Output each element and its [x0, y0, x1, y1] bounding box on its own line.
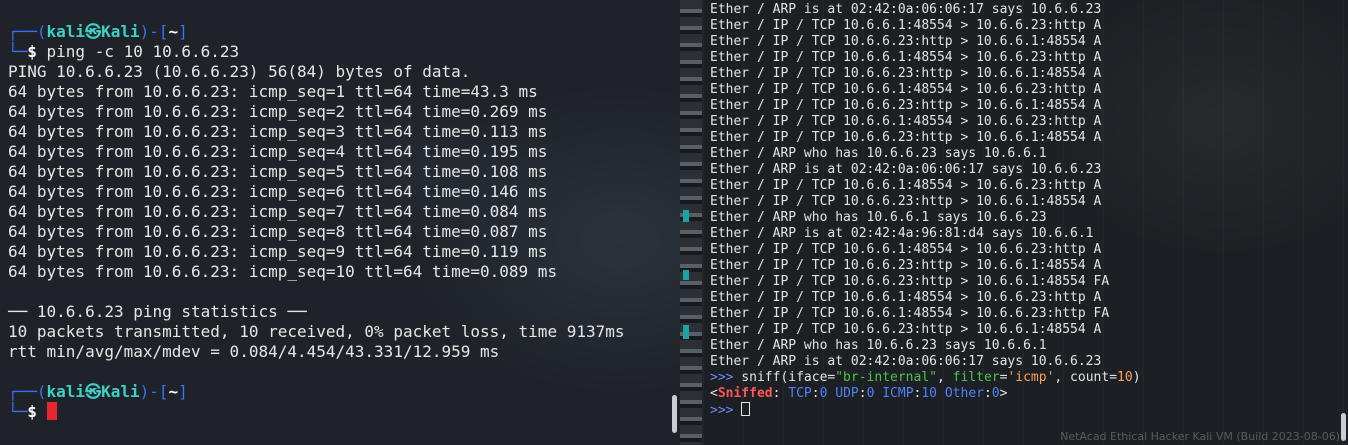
- command-text: ping -c 10 10.6.6.23: [46, 42, 240, 61]
- prompt-header: ┌──(kali㉿Kali)-[~]: [8, 22, 188, 42]
- terminal-output-line: 64 bytes from 10.6.6.23: icmp_seq=5 ttl=…: [8, 162, 548, 181]
- packet-line: Ether / ARP is at 02:42:0a:06:06:17 says…: [710, 354, 1102, 369]
- packet-line: Ether / IP / TCP 10.6.6.1:48554 > 10.6.6…: [710, 50, 1102, 65]
- vm-watermark: NetAcad Ethical Hacker Kali VM (Build 20…: [1060, 430, 1340, 443]
- iface-arg: "br-internal": [835, 370, 937, 385]
- packet-line: Ether / IP / TCP 10.6.6.23:http > 10.6.6…: [710, 322, 1102, 337]
- divider-accent: [683, 270, 689, 280]
- prompt-command-line: └─$: [8, 402, 57, 422]
- right-terminal-scrollbar[interactable]: [1341, 413, 1346, 441]
- terminal-output-line: 10 packets transmitted, 10 received, 0% …: [8, 322, 625, 341]
- prompt-dir: ~: [168, 382, 179, 401]
- prompt-dir: ~: [168, 22, 179, 41]
- result-colon: :: [772, 386, 789, 401]
- python-prompt: >>>: [710, 403, 742, 418]
- filter-arg: 'icmp': [1007, 370, 1055, 385]
- packet-line: Ether / ARP is at 02:42:4a:96:81:d4 says…: [710, 226, 1094, 241]
- sniff-call: ,: [936, 370, 953, 385]
- packet-line: Ether / ARP is at 02:42:0a:06:06:17 says…: [710, 162, 1102, 177]
- left-terminal-window[interactable]: ┌──(kali㉿Kali)-[~] └─$ ping -c 10 10.6.6.…: [0, 0, 680, 445]
- packet-line: Ether / IP / TCP 10.6.6.23:http > 10.6.6…: [710, 130, 1102, 145]
- sniff-command-line: >>> sniff(iface="br-internal", filter='i…: [710, 370, 1141, 386]
- prompt-user: kali: [46, 382, 86, 401]
- packet-line: Ether / IP / TCP 10.6.6.23:http > 10.6.6…: [710, 66, 1102, 81]
- terminal-cursor[interactable]: [741, 402, 751, 416]
- result-colon: :: [811, 386, 820, 401]
- packet-line: Ether / IP / TCP 10.6.6.23:http > 10.6.6…: [710, 194, 1102, 209]
- packet-line: Ether / IP / TCP 10.6.6.1:48554 > 10.6.6…: [710, 18, 1102, 33]
- sniffed-result-line: <Sniffed: TCP:0 UDP:0 ICMP:10 Other:0>: [710, 386, 1007, 402]
- prompt-user: kali: [46, 22, 86, 41]
- result-bracket: <: [710, 386, 718, 401]
- icmp-count: 10: [921, 386, 938, 401]
- prompt-host: Kali: [101, 382, 140, 401]
- terminal-output-line: 64 bytes from 10.6.6.23: icmp_seq=1 ttl=…: [8, 82, 538, 101]
- sniff-call: sniff(iface=: [741, 370, 836, 385]
- terminal-output-line: ── 10.6.6.23 ping statistics ──: [8, 302, 307, 321]
- divider-accent: [683, 210, 689, 222]
- prompt-frame: └─: [8, 42, 28, 61]
- packet-line: Ether / ARP is at 02:42:0a:06:06:17 says…: [710, 2, 1102, 17]
- prompt-frame: ]: [178, 382, 188, 401]
- packet-line: Ether / IP / TCP 10.6.6.23:http > 10.6.6…: [710, 98, 1102, 113]
- window-divider-strip: [680, 0, 702, 445]
- packet-line: Ether / IP / TCP 10.6.6.1:48554 > 10.6.6…: [710, 114, 1102, 129]
- sniffed-label: Sniffed: [717, 386, 773, 401]
- prompt-frame: ┌──(: [8, 22, 47, 41]
- result-colon: :: [858, 386, 867, 401]
- prompt-at-symbol: ㉿: [85, 22, 102, 41]
- count-arg: 10: [1117, 370, 1133, 385]
- packet-line: Ether / IP / TCP 10.6.6.23:http > 10.6.6…: [710, 34, 1102, 49]
- terminal-output-line: 64 bytes from 10.6.6.23: icmp_seq=10 ttl…: [8, 262, 558, 281]
- prompt-frame: ]: [178, 22, 188, 41]
- packet-line: Ether / IP / TCP 10.6.6.1:48554 > 10.6.6…: [710, 306, 1110, 321]
- packet-line: Ether / IP / TCP 10.6.6.1:48554 > 10.6.6…: [710, 82, 1102, 97]
- terminal-output-line: 64 bytes from 10.6.6.23: icmp_seq=7 ttl=…: [8, 202, 548, 221]
- prompt-frame: )-[: [139, 382, 169, 401]
- packet-line: Ether / ARP who has 10.6.6.1 says 10.6.6…: [710, 210, 1047, 225]
- sniff-call: ): [1132, 370, 1141, 385]
- packet-line: Ether / ARP who has 10.6.6.23 says 10.6.…: [710, 146, 1047, 161]
- other-count: 0: [991, 386, 1000, 401]
- prompt-command-line: └─$ ping -c 10 10.6.6.23: [8, 42, 239, 62]
- packet-line: Ether / IP / TCP 10.6.6.23:http > 10.6.6…: [710, 274, 1110, 289]
- prompt-dollar: $: [27, 402, 47, 421]
- packet-line: Ether / IP / TCP 10.6.6.1:48554 > 10.6.6…: [710, 242, 1102, 257]
- terminal-output-line: 64 bytes from 10.6.6.23: icmp_seq=3 ttl=…: [8, 122, 548, 141]
- terminal-output-line: 64 bytes from 10.6.6.23: icmp_seq=4 ttl=…: [8, 142, 548, 161]
- packet-line: Ether / ARP who has 10.6.6.23 says 10.6.…: [710, 338, 1047, 353]
- prompt-dollar: $: [27, 42, 47, 61]
- divider-accent: [683, 325, 689, 339]
- tcp-label: TCP: [788, 386, 812, 401]
- prompt-host: Kali: [101, 22, 140, 41]
- terminal-cursor[interactable]: [46, 402, 57, 420]
- packet-line: Ether / IP / TCP 10.6.6.23:http > 10.6.6…: [710, 258, 1102, 273]
- prompt-frame: ┌──(: [8, 382, 47, 401]
- udp-label: UDP: [835, 386, 859, 401]
- terminal-output-line: 64 bytes from 10.6.6.23: icmp_seq=2 ttl=…: [8, 102, 548, 121]
- icmp-label: ICMP: [882, 386, 914, 401]
- result-colon: :: [983, 386, 992, 401]
- packet-line: Ether / IP / TCP 10.6.6.1:48554 > 10.6.6…: [710, 178, 1102, 193]
- prompt-frame: └─: [8, 402, 28, 421]
- terminal-output-line: PING 10.6.6.23 (10.6.6.23) 56(84) bytes …: [8, 62, 471, 81]
- sniff-call: , count=: [1054, 370, 1118, 385]
- terminal-output-line: 64 bytes from 10.6.6.23: icmp_seq=6 ttl=…: [8, 182, 548, 201]
- result-bracket: >: [999, 386, 1008, 401]
- terminal-output-line: 64 bytes from 10.6.6.23: icmp_seq=9 ttl=…: [8, 242, 548, 261]
- prompt-at-symbol: ㉿: [85, 382, 102, 401]
- terminal-output-line: 64 bytes from 10.6.6.23: icmp_seq=8 ttl=…: [8, 222, 548, 241]
- python-prompt: >>>: [710, 370, 742, 385]
- left-terminal-scrollbar[interactable]: [672, 395, 677, 433]
- other-label: Other: [944, 386, 984, 401]
- packet-line: Ether / IP / TCP 10.6.6.1:48554 > 10.6.6…: [710, 290, 1102, 305]
- python-input-line: >>>: [710, 402, 751, 419]
- filter-keyword: filter: [952, 370, 1000, 385]
- prompt-frame: )-[: [139, 22, 169, 41]
- terminal-output-line: rtt min/avg/max/mdev = 0.084/4.454/43.33…: [8, 342, 500, 361]
- prompt-header: ┌──(kali㉿Kali)-[~]: [8, 382, 188, 402]
- right-terminal-window[interactable]: Ether / ARP is at 02:42:0a:06:06:17 says…: [702, 0, 1348, 445]
